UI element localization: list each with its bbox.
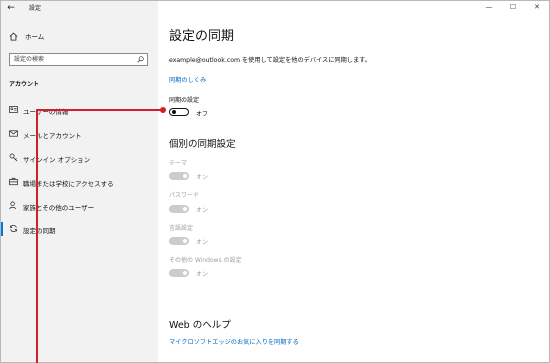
individual-sync-heading: 個別の同期設定 [169, 139, 236, 150]
active-indicator [1, 222, 3, 236]
sidebar-item-label: メールとアカウント [23, 132, 82, 140]
person-add-icon [9, 201, 16, 210]
sidebar-item-work-school[interactable]: 職場または学校にアクセスする [1, 171, 158, 193]
sidebar: ← 設定 ホーム アカウント ユーザーの情報 [1, 1, 158, 362]
key-icon [9, 153, 18, 162]
password-sync-state: オン [196, 207, 209, 214]
theme-sync-label: テーマ [169, 160, 188, 167]
user-card-icon [9, 106, 18, 113]
sidebar-item-signin-options[interactable]: サインイン オプション [1, 147, 158, 169]
settings-window: ← 設定 ホーム アカウント ユーザーの情報 [0, 0, 550, 363]
window-controls: — ☐ ✕ [477, 1, 549, 15]
main-content: — ☐ ✕ 設定の同期 example@outlook.com を使用して設定を… [158, 1, 549, 362]
sidebar-item-home[interactable]: ホーム [9, 29, 44, 43]
page-title: 設定の同期 [169, 29, 235, 44]
toggle-knob [183, 271, 187, 275]
theme-sync-state: オン [196, 174, 209, 181]
mail-icon [9, 130, 18, 137]
callout-dot [160, 107, 166, 113]
toggle-knob [183, 174, 187, 178]
help-link[interactable]: マイクロソフトエッジのお気に入りを同期する [169, 337, 299, 346]
sync-settings-state: オフ [196, 111, 209, 118]
close-button[interactable]: ✕ [525, 1, 549, 15]
briefcase-icon [9, 177, 18, 186]
search-icon[interactable] [137, 56, 144, 63]
sidebar-item-label: サインイン オプション [23, 156, 91, 164]
sidebar-item-label: 家族とその他のユーザー [23, 204, 95, 212]
sync-description: example@outlook.com を使用して設定を他のデバイスに同期します… [169, 57, 371, 64]
back-button[interactable]: ← [5, 2, 17, 14]
home-icon [9, 32, 18, 41]
sidebar-item-sync-settings[interactable]: 設定の同期 [1, 218, 158, 240]
minimize-button[interactable]: — [477, 1, 501, 15]
other-windows-sync-state: オン [196, 271, 209, 278]
search-input[interactable] [10, 54, 134, 65]
window-title: 設定 [29, 5, 42, 12]
other-windows-sync-label: その他の Windows の設定 [169, 257, 242, 264]
toggle-knob [183, 207, 187, 211]
toggle-knob [171, 110, 176, 115]
sidebar-item-mail-accounts[interactable]: メールとアカウント [1, 123, 158, 145]
callout-line-horizontal [36, 109, 164, 111]
sidebar-home-label: ホーム [25, 33, 45, 41]
sync-settings-label: 同期の設定 [169, 97, 200, 104]
password-sync-toggle[interactable] [169, 205, 189, 213]
callout-line-vertical [36, 109, 38, 363]
maximize-button[interactable]: ☐ [501, 1, 525, 15]
toggle-knob [183, 239, 187, 243]
language-sync-label: 言語設定 [169, 225, 194, 232]
how-sync-works-link[interactable]: 同期のしくみ [169, 75, 206, 84]
sync-icon [10, 225, 17, 232]
theme-sync-toggle[interactable] [169, 172, 189, 180]
sidebar-item-family-users[interactable]: 家族とその他のユーザー [1, 195, 158, 217]
language-sync-toggle[interactable] [169, 237, 189, 245]
title-bar: ← 設定 [1, 1, 158, 15]
password-sync-label: パスワード [169, 192, 200, 199]
section-heading: アカウント [9, 81, 40, 88]
language-sync-state: オン [196, 239, 209, 246]
sync-settings-toggle[interactable] [169, 108, 189, 116]
sidebar-item-label: ユーザーの情報 [23, 108, 69, 116]
web-help-heading: Web のヘルプ [169, 320, 231, 331]
search-box[interactable] [9, 53, 148, 66]
sidebar-item-label: 設定の同期 [23, 227, 56, 235]
other-windows-sync-toggle[interactable] [169, 269, 189, 277]
